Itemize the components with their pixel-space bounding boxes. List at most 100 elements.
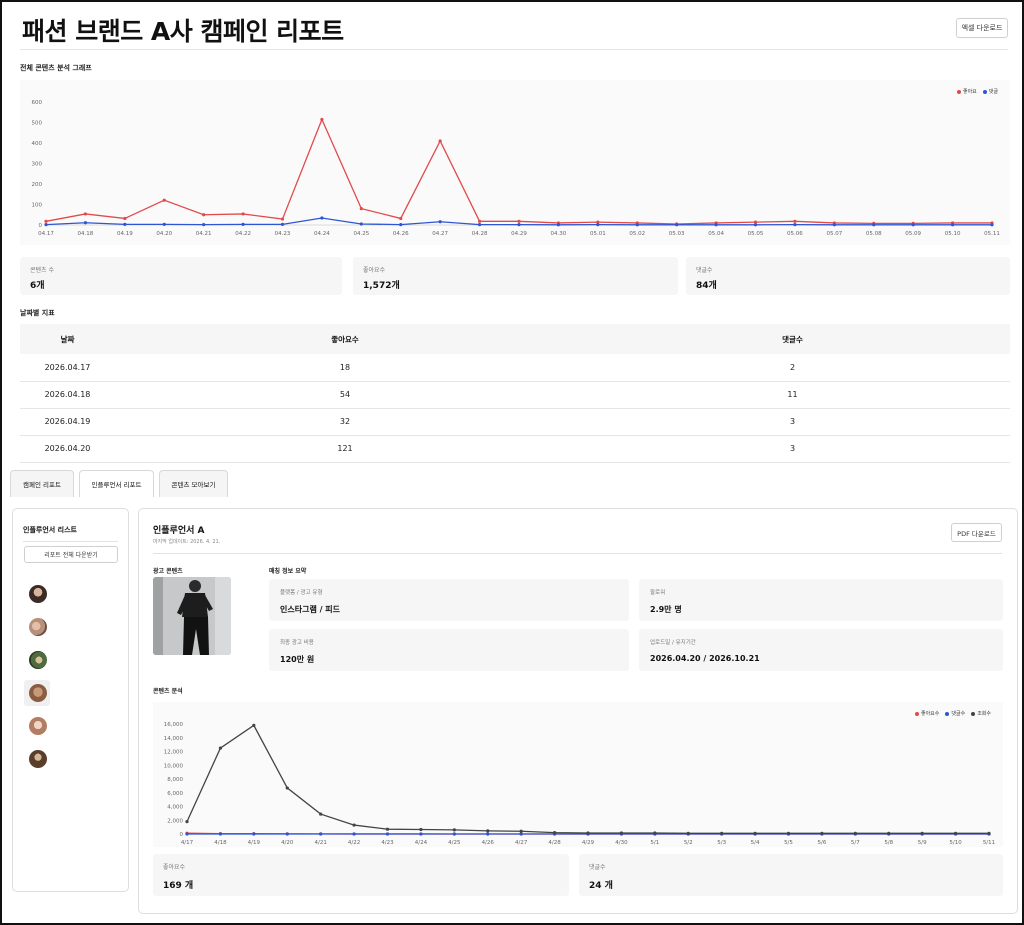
data-point [241, 222, 245, 226]
x-tick-label: 04.22 [235, 231, 251, 237]
x-tick-label: 4/25 [448, 840, 461, 846]
influencer-avatar-4[interactable] [29, 684, 47, 702]
info-card-upload-period: 업로드일 / 유지기간 2026.04.20 / 2026.10.21 [639, 629, 1003, 671]
data-point [452, 832, 456, 836]
x-tick-label: 4/26 [482, 840, 495, 846]
data-point [218, 746, 223, 750]
info-card-platform: 플랫폼 / 광고 유형 인스타그램 / 피드 [269, 579, 629, 621]
data-point [619, 831, 624, 835]
cell-comments: 3 [575, 435, 1010, 463]
data-point [596, 222, 600, 227]
cell-date: 2026.04.20 [20, 435, 115, 463]
x-tick-label: 05.10 [945, 231, 961, 237]
data-point [202, 222, 206, 227]
x-tick-label: 04.25 [353, 231, 369, 237]
x-tick-label: 4/20 [281, 840, 294, 846]
data-point [419, 832, 423, 836]
x-tick-label: 5/6 [817, 840, 826, 846]
stat-card-likes: 좋아요수 1,572개 [353, 257, 678, 295]
x-tick-label: 5/3 [717, 840, 726, 846]
x-tick-label: 04.28 [472, 231, 488, 237]
x-tick-label: 04.29 [511, 231, 527, 237]
x-tick-label: 4/23 [381, 840, 394, 846]
matching-summary-title: 매칭 정보 요약 [269, 568, 307, 575]
data-point [714, 223, 718, 227]
x-tick-label: 5/10 [949, 840, 962, 846]
tab-influencer-report[interactable]: 인플루언서 리포트 [79, 470, 154, 497]
data-point [218, 832, 223, 836]
data-point [552, 831, 557, 835]
table-row: 2026.04.19 32 3 [20, 408, 1010, 436]
x-tick-label: 05.05 [748, 231, 764, 237]
cell-likes: 121 [115, 435, 575, 463]
stat-value: 84개 [696, 281, 717, 291]
content-line-chart: 0 2,000 4,000 6,000 8,000 10,000 12,000 14,000 1… [164, 722, 995, 846]
y-tick-label: 12,000 [164, 750, 184, 756]
divider [153, 553, 1002, 554]
y-tick-label: 0 [39, 223, 43, 229]
data-point [385, 832, 390, 836]
influencer-avatar-3[interactable] [29, 651, 47, 669]
info-card-followers: 팔로워 2.9만 명 [639, 579, 1003, 621]
stat-card-content-count: 콘텐츠 수 6개 [20, 257, 342, 295]
legend-likes: 좋아요수 [914, 710, 939, 717]
content-chart-legend: 좋아요수 댓글수 조회수 [914, 710, 991, 717]
series-line-1 [45, 117, 992, 225]
influencer-report-panel: 인플루언서 A 마지막 업데이트: 2026. 4. 21. PDF 다운로드 … [138, 508, 1018, 914]
y-tick-label: 6,000 [167, 791, 183, 797]
data-point [285, 832, 289, 836]
y-tick-label: 4,000 [167, 805, 183, 811]
data-point [359, 207, 363, 211]
x-tick-label: 4/19 [248, 840, 261, 846]
stat-label: 콘텐츠 수 [30, 267, 54, 274]
download-all-reports-button[interactable]: 리포트 전체 다운받기 [24, 546, 118, 563]
cell-date: 2026.04.18 [20, 381, 115, 409]
data-point [399, 216, 403, 221]
x-tick-label: 4/21 [314, 840, 326, 846]
ad-content-image[interactable] [153, 577, 231, 655]
y-tick-label: 2,000 [167, 818, 183, 824]
x-tick-label: 05.06 [787, 231, 803, 237]
cell-likes: 18 [115, 354, 575, 382]
data-point [950, 223, 955, 227]
x-tick-label: 04.21 [196, 231, 212, 237]
x-tick-label: 05.11 [984, 231, 1000, 237]
data-point [832, 223, 836, 227]
data-point [319, 812, 323, 816]
data-point [477, 219, 482, 223]
data-point [793, 219, 797, 223]
pdf-download-button[interactable]: PDF 다운로드 [951, 523, 1002, 542]
x-tick-label: 04.17 [38, 231, 54, 237]
tab-content-gallery[interactable]: 콘텐츠 모아보기 [159, 470, 228, 497]
x-tick-label: 04.26 [393, 231, 409, 237]
data-point [123, 216, 127, 221]
data-point [44, 219, 48, 223]
data-point [793, 222, 797, 227]
x-tick-label: 05.03 [669, 231, 685, 237]
info-label: 팔로워 [650, 590, 666, 596]
influencer-avatar-6[interactable] [29, 750, 47, 768]
excel-download-button[interactable]: 엑셀 다운로드 [956, 18, 1008, 38]
data-point [252, 723, 256, 727]
data-point [83, 212, 88, 216]
cell-likes: 32 [115, 408, 575, 436]
influencer-avatar-5[interactable] [29, 717, 47, 735]
y-tick-label: 14,000 [164, 736, 184, 742]
table-row: 2026.04.17 18 2 [20, 354, 1010, 382]
overall-chart-title: 전체 콘텐츠 분석 그래프 [20, 64, 92, 72]
tab-campaign-report[interactable]: 캠페인 리포트 [10, 470, 74, 497]
data-point [319, 832, 323, 836]
y-tick-label: 10,000 [164, 763, 184, 769]
y-tick-label: 300 [32, 162, 43, 168]
y-tick-label: 200 [32, 182, 43, 188]
stat-label: 좋아요수 [163, 864, 186, 871]
data-point [252, 832, 256, 836]
data-point [185, 820, 189, 824]
influencer-avatar-1[interactable] [29, 585, 47, 603]
data-point [953, 831, 958, 835]
data-point [887, 831, 891, 835]
influencer-avatar-2[interactable] [29, 618, 47, 636]
y-tick-label: 100 [32, 203, 43, 209]
legend-comments: 댓글 [982, 88, 998, 95]
stat-label: 댓글수 [696, 267, 713, 274]
